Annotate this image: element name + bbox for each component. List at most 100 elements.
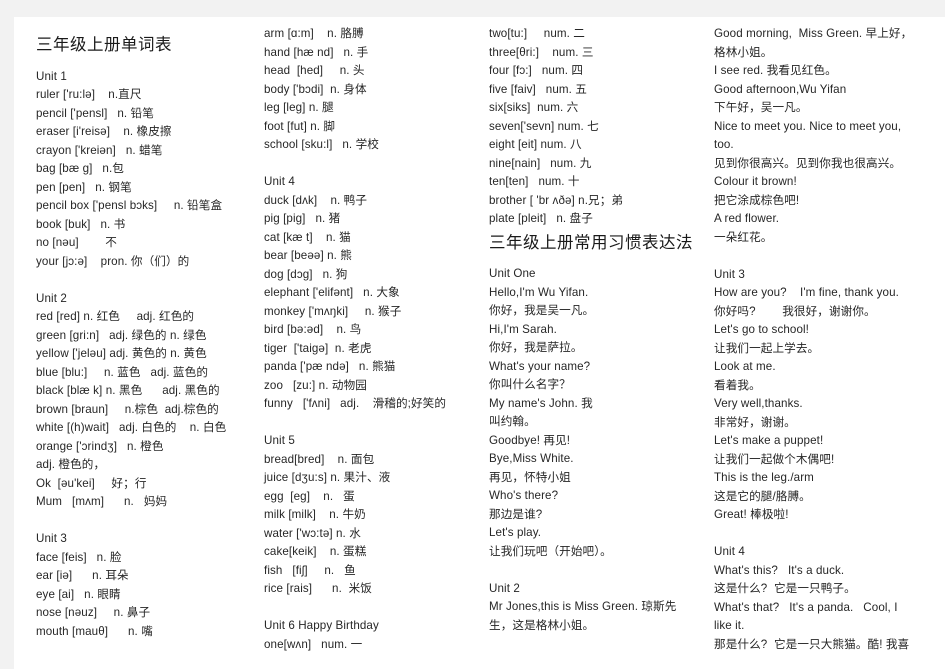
- entry-line: rice [rais] n. 米饭: [264, 582, 372, 595]
- entry-line: Colour it brown!: [714, 175, 797, 188]
- document-page: 三年级上册单词表 Unit 1 ruler ['ru:lə] n.直尺 pencil…: [14, 17, 945, 669]
- entry-line: school [sku:l] n. 学校: [264, 138, 379, 151]
- entry-line: elephant ['elifənt] n. 大象: [264, 286, 400, 299]
- unit-heading: Unit 5: [264, 434, 295, 447]
- entry-line: Let's go to school!: [714, 323, 809, 336]
- entry-line: green [gri:n] adj. 绿色的 n. 绿色: [36, 328, 207, 342]
- entry-line: Who's there?: [489, 489, 559, 503]
- entry-line: pig [pig] n. 猪: [264, 212, 341, 225]
- entry-line: brown [braun] n.棕色 adj.棕色的: [36, 402, 219, 416]
- entry-line: bag [bæ g] n.包: [36, 162, 124, 176]
- entry-line: leg [leg] n. 腿: [264, 101, 334, 114]
- entry-line: I see red. 我看见红色。: [714, 64, 837, 77]
- entry-line: eraser [i'reisə] n. 橡皮擦: [36, 125, 172, 139]
- entry-line: cake[keik] n. 蛋糕: [264, 545, 367, 558]
- entry-line: crayon ['kreiən] n. 蜡笔: [36, 143, 163, 157]
- entry-line: Bye,Miss White.: [489, 452, 574, 466]
- unit-heading: Unit One: [489, 267, 536, 281]
- entry-line: 再见，怀特小姐: [489, 470, 571, 484]
- entry-line: What's your name?: [489, 359, 591, 373]
- entry-line: tiger ['taigə] n. 老虎: [264, 341, 372, 355]
- entry-line: Very well,thanks.: [714, 397, 803, 410]
- entry-line: foot [fut] n. 脚: [264, 119, 336, 133]
- entry-line: Let's play.: [489, 526, 542, 540]
- document-sheet: 三年级上册单词表 Unit 1 ruler ['ru:lə] n.直尺 pencil…: [14, 17, 945, 669]
- entry-line: 你好，我是萨拉。: [489, 341, 583, 355]
- entry-line: body ['bɔdi] n. 身体: [264, 82, 367, 96]
- entry-line: 让我们一起上学去。: [714, 341, 820, 355]
- entry-line: What's that? It's a panda. Cool, I: [714, 600, 898, 614]
- unit-heading: Unit 4: [264, 175, 295, 188]
- entry-line: bird [bə:əd] n. 鸟: [264, 323, 362, 336]
- entry-line: 叫约翰。: [489, 415, 536, 429]
- entry-line: pen [pen] n. 钢笔: [36, 180, 132, 194]
- entry-line: Ok [əu'kei] 好；行: [36, 476, 147, 490]
- entry-line: white [(h)wait] adj. 白色的 n. 白色: [36, 421, 227, 435]
- entry-line: bread[bred] n. 面包: [264, 452, 375, 466]
- entry-line: 看着我。: [714, 378, 761, 392]
- entry-line: red [red] n. 红色 adj. 红色的: [36, 310, 195, 324]
- entry-line: pencil box ['pensl bɔks] n. 铅笔盒: [36, 199, 223, 213]
- entry-line: brother [ 'br ʌðə] n.兄；弟: [489, 193, 624, 207]
- entry-line: How are you? I'm fine, thank you.: [714, 286, 899, 299]
- col3-blocks-bottom: Unit One Hello,I'm Wu Yifan. 你好，我是吴一凡。 Hi,I…: [489, 265, 706, 635]
- entry-line: 你叫什么名字？: [489, 378, 571, 392]
- entry-line: 你好，我是吴一凡。: [489, 304, 595, 318]
- unit-heading: Unit 3: [36, 532, 67, 546]
- entry-line: Good morning, Miss Green. 早上好，: [714, 27, 913, 40]
- entry-line: This is the leg./arm: [714, 471, 814, 484]
- entry-line: 一朵红花。: [714, 230, 773, 244]
- entry-line: head [hed] n. 头: [264, 64, 365, 77]
- entry-line: 那是什么? 它是一只大熊猫。酷! 我喜: [714, 637, 910, 651]
- entry-line: two[tu:] num. 二: [489, 27, 585, 40]
- entry-line: nose [nəuz] n. 鼻子: [36, 606, 151, 620]
- entry-line: 非常好，谢谢。: [714, 415, 796, 429]
- entry-line: Hi,I'm Sarah.: [489, 322, 557, 336]
- entry-line: hand [hæ nd] n. 手: [264, 45, 369, 59]
- entry-line: Mr Jones,this is Miss Green. 琼斯先: [489, 600, 677, 614]
- entry-line: 下午好，吴一凡。: [714, 101, 808, 114]
- entry-line: book [buk] n. 书: [36, 217, 126, 231]
- entry-line: yellow ['jeləu] adj. 黄色的 n. 黄色: [36, 347, 207, 361]
- unit-heading: Unit 3: [714, 267, 745, 281]
- entry-line: panda ['pæ ndə] n. 熊猫: [264, 360, 396, 373]
- entry-line: orange ['ɔrindʒ] n. 橙色: [36, 439, 164, 453]
- entry-line: funny ['fʌni] adj. 滑稽的;好笑的: [264, 397, 447, 410]
- entry-line: Let's make a puppet!: [714, 434, 824, 447]
- entry-line: 你好吗? 我很好，谢谢你。: [714, 304, 876, 318]
- entry-line: A red flower.: [714, 212, 780, 225]
- entry-line: ruler ['ru:lə] n.直尺: [36, 88, 142, 102]
- col2-blocks: arm [ɑ:m] n. 胳膊 hand [hæ nd] n. 手 head [he…: [264, 25, 481, 654]
- column-2: arm [ɑ:m] n. 胳膊 hand [hæ nd] n. 手 head [he…: [260, 17, 485, 654]
- entry-line: 这是它的腿/胳膊。: [714, 489, 811, 503]
- entry-line: adj. 橙色的，: [36, 458, 106, 472]
- entry-line: four [fɔ:] num. 四: [489, 64, 584, 77]
- entry-line: blue [blu:] n. 蓝色 adj. 蓝色的: [36, 365, 209, 379]
- entry-line: Goodbye! 再见!: [489, 433, 571, 447]
- column-1: 三年级上册单词表 Unit 1 ruler ['ru:lə] n.直尺 pencil…: [14, 17, 260, 641]
- entry-line: arm [ɑ:m] n. 胳膊: [264, 27, 364, 40]
- entry-line: 这是什么? 它是一只鸭子。: [714, 582, 856, 595]
- col4-blocks: Good morning, Miss Green. 早上好， 格林小姐。 I see…: [714, 25, 941, 654]
- column-4: Good morning, Miss Green. 早上好， 格林小姐。 I see…: [710, 17, 945, 654]
- entry-line: eight [eit] num. 八: [489, 138, 582, 151]
- entry-line: too.: [714, 138, 734, 151]
- entry-line: one[wʌn] num. 一: [264, 637, 363, 651]
- entry-line: plate [pleit] n. 盘子: [489, 212, 593, 225]
- entry-line: eye [ai] n. 眼睛: [36, 587, 121, 601]
- unit-heading: Unit 4: [714, 545, 745, 558]
- unit-heading: Unit 6 Happy Birthday: [264, 619, 379, 632]
- entry-line: ten[ten] num. 十: [489, 175, 580, 188]
- page-title-words: 三年级上册单词表: [36, 36, 172, 54]
- entry-line: Look at me.: [714, 360, 776, 373]
- entry-line: face [feis] n. 脸: [36, 550, 122, 564]
- entry-line: 那边是谁?: [489, 507, 543, 521]
- entry-line: cat [kæ t] n. 猫: [264, 230, 351, 244]
- entry-line: What's this? It's a duck.: [714, 563, 845, 577]
- entry-line: three[θri:] num. 三: [489, 45, 594, 59]
- entry-line: fish [fiʃ] n. 鱼: [264, 563, 356, 577]
